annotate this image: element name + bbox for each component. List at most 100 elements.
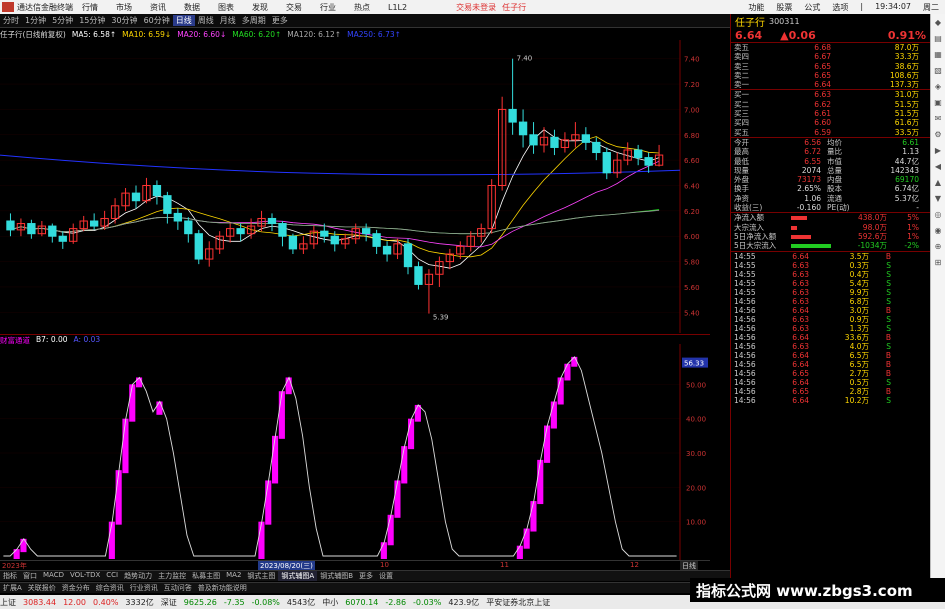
info-tab-3[interactable]: 综合资讯	[93, 583, 127, 593]
indicator-tab-13[interactable]: 设置	[376, 571, 396, 581]
ind-bar	[129, 384, 136, 422]
menu-item-4[interactable]: 图表	[218, 2, 234, 13]
timeframe-tab-8[interactable]: 月线	[217, 15, 239, 26]
right-tool-10-icon[interactable]: ▲	[931, 174, 945, 190]
ind-bar	[278, 391, 285, 439]
indicator-tab-8[interactable]: MA2	[223, 571, 244, 581]
title-right-item-1[interactable]: 股票	[776, 2, 792, 13]
sell-orders: 卖五 6.68 87.0万 卖四 6.67 33.3万 卖三 6.65 38.6万 卖二 6.65 1…	[731, 43, 930, 89]
timeframe-tab-5[interactable]: 60分钟	[141, 15, 173, 26]
right-tool-2-icon[interactable]: ▦	[931, 46, 945, 62]
tick-price: 6.64	[792, 377, 809, 387]
buy-level[interactable]: 买五 6.59 33.5万	[731, 128, 930, 137]
kline-chart[interactable]: 7.40 7.20 7.00 6.80 6.60 6.40 6.20 6.00 5.80 5.60…	[0, 40, 710, 333]
timeframe-tab-0[interactable]: 分时	[0, 15, 22, 26]
sell-level[interactable]: 卖二 6.65 108.6万	[731, 71, 930, 80]
indicator-tab-1[interactable]: 窗口	[20, 571, 40, 581]
title-right-item-6[interactable]: 周二	[923, 2, 939, 13]
right-tool-1-icon[interactable]: ▤	[931, 30, 945, 46]
right-tool-4-icon[interactable]: ◈	[931, 78, 945, 94]
right-tool-13-icon[interactable]: ◉	[931, 222, 945, 238]
tick-side: B	[885, 368, 891, 378]
indicator-tab-10[interactable]: 钢式辅图A	[278, 571, 318, 581]
quote-value: -0.160	[796, 203, 821, 213]
timeframe-tab-1[interactable]: 1分钟	[22, 15, 49, 26]
title-right-item-0[interactable]: 功能	[748, 2, 764, 13]
price-change-pct: 0.91%	[887, 28, 926, 42]
menu-item-5[interactable]: 发现	[252, 2, 268, 13]
buy-level[interactable]: 买二 6.62 51.5万	[731, 100, 930, 109]
stock-shortcut[interactable]: 任子行	[502, 2, 526, 13]
indicator-tab-4[interactable]: CCI	[103, 571, 121, 581]
sell-level[interactable]: 卖四 6.67 33.3万	[731, 52, 930, 61]
indicator-tab-6[interactable]: 主力监控	[155, 571, 189, 581]
trade-login-link[interactable]: 交易未登录	[456, 2, 496, 13]
quote-label: 量比	[827, 147, 842, 157]
indicator-tab-2[interactable]: MACD	[40, 571, 67, 581]
indicator-tab-7[interactable]: 私募主图	[189, 571, 223, 581]
buy-level[interactable]: 买四 6.60 61.6万	[731, 118, 930, 127]
menu-item-3[interactable]: 数据	[184, 2, 200, 13]
right-tool-12-icon[interactable]: ◎	[931, 206, 945, 222]
tick-side: S	[886, 377, 891, 387]
info-tab-5[interactable]: 互动问答	[161, 583, 195, 593]
menu-item-6[interactable]: 交易	[286, 2, 302, 13]
indicator-name: 财富通道	[0, 336, 30, 345]
timeframe-tab-4[interactable]: 30分钟	[108, 15, 140, 26]
right-tool-6-icon[interactable]: ✉	[931, 110, 945, 126]
right-tool-5-icon[interactable]: ▣	[931, 94, 945, 110]
right-tool-14-icon[interactable]: ⊕	[931, 238, 945, 254]
info-tab-4[interactable]: 行业资讯	[127, 583, 161, 593]
menu-item-8[interactable]: 热点	[354, 2, 370, 13]
ind-line	[3, 356, 677, 557]
timeframe-tab-3[interactable]: 15分钟	[76, 15, 108, 26]
title-right-item-3[interactable]: 选项	[832, 2, 848, 13]
quote-panel: 任子行 300311 6.64 ▲0.06 0.91% 卖五 6.68 87.0万卖…	[730, 14, 930, 595]
title-right-item-5[interactable]: 19:34:07	[875, 2, 911, 13]
indicator-tab-9[interactable]: 钢式主图	[244, 571, 278, 581]
menu-item-1[interactable]: 市场	[116, 2, 132, 13]
fund-flows: 净流入额 438.0万 5% 大宗流入 98.0万 1% 5日净流入额 592.6万 1% 5日大…	[731, 213, 930, 250]
info-tab-2[interactable]: 资金分布	[59, 583, 93, 593]
right-tool-7-icon[interactable]: ⚙	[931, 126, 945, 142]
ind-tick-label: 10.00	[686, 519, 706, 527]
buy-level[interactable]: 买三 6.61 51.5万	[731, 109, 930, 118]
indicator-tab-3[interactable]: VOL-TDX	[67, 571, 103, 581]
timeframe-tab-6[interactable]: 日线	[172, 15, 195, 26]
tick-list[interactable]: 14:55 6.64 3.5万 B 14:55 6.63 0.3万 S 14:55 6.63 0.4…	[731, 252, 930, 405]
indicator-tab-11[interactable]: 钢式辅图B	[317, 571, 356, 581]
title-right-item-4[interactable]: |	[860, 2, 863, 13]
sell-level[interactable]: 卖五 6.68 87.0万	[731, 43, 930, 52]
candle	[27, 223, 36, 235]
timeframe-tab-9[interactable]: 多周期	[239, 15, 269, 26]
menu-item-0[interactable]: 行情	[82, 2, 98, 13]
timeframe-tab-10[interactable]: 更多	[269, 15, 291, 26]
price-tick-label: 6.20	[684, 208, 700, 216]
indicator-tab-0[interactable]: 指标	[0, 571, 20, 581]
sell-level[interactable]: 卖一 6.64 137.3万	[731, 80, 930, 89]
indicator-tab-5[interactable]: 趋势动力	[121, 571, 155, 581]
right-tool-8-icon[interactable]: ▶	[931, 142, 945, 158]
buy-level[interactable]: 买一 6.63 31.0万	[731, 90, 930, 99]
tick-side: S	[886, 323, 891, 333]
stock-code: 300311	[769, 16, 800, 26]
menu-item-2[interactable]: 资讯	[150, 2, 166, 13]
menu-item-9[interactable]: L1L2	[388, 3, 407, 12]
indicator-chart[interactable]: 50.00 40.00 30.00 20.00 10.00 56.33	[0, 344, 710, 564]
indicator-tab-12[interactable]: 更多	[356, 571, 376, 581]
timeframe-tab-2[interactable]: 5分钟	[49, 15, 76, 26]
right-tool-15-icon[interactable]: ⊞	[931, 254, 945, 270]
info-tab-6[interactable]: 普及新功能说明	[195, 583, 250, 593]
right-tool-11-icon[interactable]: ▼	[931, 190, 945, 206]
right-tool-0-icon[interactable]: ◆	[931, 14, 945, 30]
menu-item-7[interactable]: 行业	[320, 2, 336, 13]
right-tool-3-icon[interactable]: ▧	[931, 62, 945, 78]
info-tab-1[interactable]: 关联报价	[25, 583, 59, 593]
right-tool-9-icon[interactable]: ◀	[931, 158, 945, 174]
timeframe-tab-7[interactable]: 周线	[195, 15, 217, 26]
title-right-item-2[interactable]: 公式	[804, 2, 820, 13]
sell-level[interactable]: 卖三 6.65 38.6万	[731, 62, 930, 71]
flow-pct: 1%	[907, 222, 919, 232]
quote-row: 最高 6.72 量比 1.13	[731, 147, 930, 156]
info-tab-0[interactable]: 扩展A	[0, 583, 25, 593]
